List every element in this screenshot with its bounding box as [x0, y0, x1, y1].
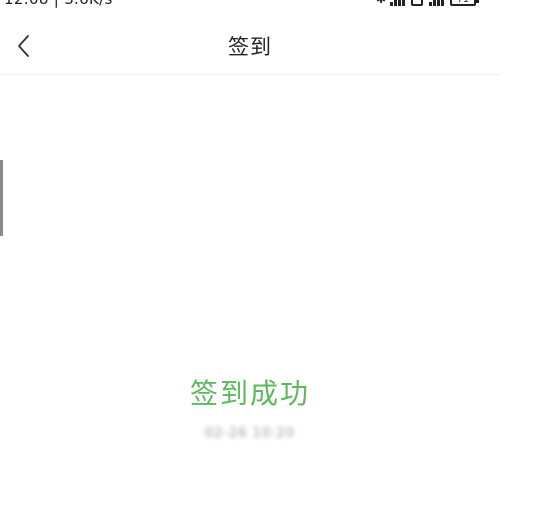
checkin-time: 02-26 10:20 — [204, 426, 296, 441]
page-title: 签到 — [228, 35, 272, 59]
checkin-screen: 12:08 | 3.6K/s ✱ 71 签到 签到成功 02-26 10:20 — [0, 0, 545, 507]
status-bar: 12:08 | 3.6K/s ✱ 71 — [0, 0, 500, 12]
checkin-success-message: 签到成功 — [189, 377, 310, 410]
bluetooth-icon: ✱ — [376, 0, 386, 6]
signal-icon — [390, 0, 405, 6]
nav-bar: 签到 — [0, 20, 500, 75]
edge-handle[interactable] — [0, 160, 3, 236]
battery-icon: 71 — [450, 0, 479, 6]
status-icons: ✱ 71 — [376, 0, 479, 6]
hd-icon — [411, 0, 423, 6]
status-time-speed: 12:08 | 3.6K/s — [4, 0, 113, 8]
signal-icon-2 — [429, 0, 444, 6]
